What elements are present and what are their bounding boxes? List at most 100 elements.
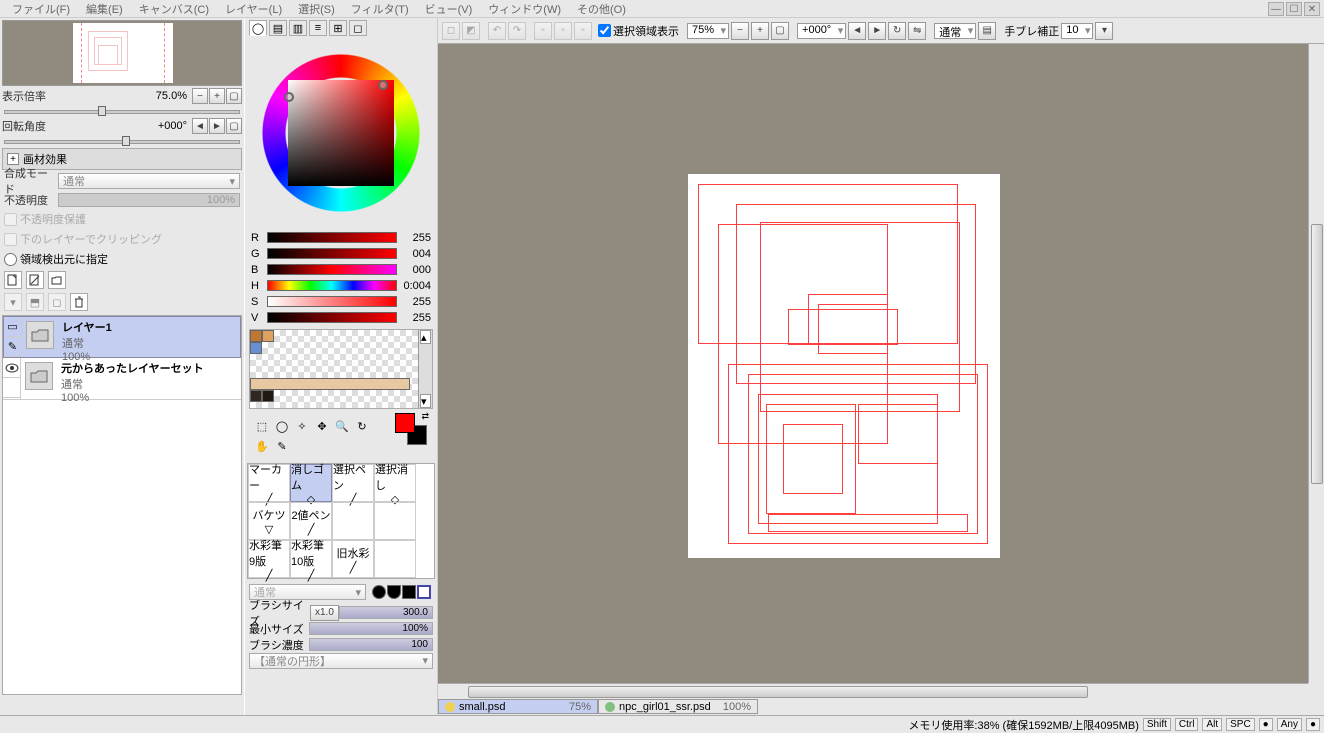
new-layer-button[interactable] xyxy=(4,271,22,289)
minimize-button[interactable]: — xyxy=(1268,2,1284,16)
tip-round[interactable] xyxy=(372,585,386,599)
size-mult-button[interactable]: x1.0 xyxy=(310,605,339,621)
lasso-tool[interactable]: ◯ xyxy=(273,417,291,435)
menu-layer[interactable]: レイヤー(L) xyxy=(217,0,290,19)
rotate-left-button[interactable]: ◄ xyxy=(848,22,866,40)
zoom-fit-button[interactable]: ▢ xyxy=(771,22,789,40)
blend-dropdown[interactable]: 通常 xyxy=(58,173,240,189)
visibility-icon[interactable]: ▭ xyxy=(4,317,21,337)
magic-wand-tool[interactable]: ✧ xyxy=(293,417,311,435)
rgb-tab[interactable]: ▤ xyxy=(269,20,287,36)
brush-select-eraser[interactable]: 選択消し◇ xyxy=(374,464,416,502)
swatch-scrollbar[interactable]: ▴▾ xyxy=(418,330,432,408)
menu-filter[interactable]: フィルタ(T) xyxy=(343,0,417,19)
preserve-opacity-checkbox[interactable]: 不透明度保護 xyxy=(4,211,240,227)
file-tab[interactable]: small.psd75% xyxy=(438,699,598,714)
navigator[interactable] xyxy=(2,20,242,86)
rotate-tool[interactable]: ↻ xyxy=(353,417,371,435)
menu-other[interactable]: その他(O) xyxy=(569,0,634,19)
mode-field[interactable]: 通常 xyxy=(934,23,976,39)
min-size-slider[interactable]: 100% xyxy=(309,622,433,635)
zoom-field[interactable]: 75% xyxy=(687,23,729,39)
zoom-reset-button[interactable]: ▢ xyxy=(226,88,242,104)
brush-watercolor-9[interactable]: 水彩筆 9版╱ xyxy=(248,540,290,578)
brush-mode-dropdown[interactable]: 通常 xyxy=(249,584,366,600)
zoom-in-button[interactable]: + xyxy=(751,22,769,40)
menu-window[interactable]: ウィンドウ(W) xyxy=(480,0,569,19)
vertical-scrollbar[interactable] xyxy=(1308,44,1324,683)
tip-square[interactable] xyxy=(402,585,416,599)
s-slider[interactable] xyxy=(267,296,397,307)
color-swap[interactable]: ⇄ xyxy=(395,413,427,445)
rotate-left-button[interactable]: ◄ xyxy=(192,118,208,134)
zoom-in-button[interactable]: + xyxy=(209,88,225,104)
brush-empty[interactable] xyxy=(374,540,416,578)
show-selection-checkbox[interactable] xyxy=(598,24,611,37)
colorwheel-tab[interactable]: ◯ xyxy=(249,20,267,36)
layer-list[interactable]: ▭✎ レイヤー1通常100% 元からあったレイヤーセット通常100% xyxy=(2,315,242,695)
opacity-slider[interactable]: 100% xyxy=(58,193,240,207)
visibility-icon[interactable] xyxy=(3,358,20,378)
zoom-out-button[interactable]: − xyxy=(192,88,208,104)
brush-binary[interactable]: 2値ペン╱ xyxy=(290,502,332,540)
close-button[interactable]: ✕ xyxy=(1304,2,1320,16)
gray-tab[interactable]: ≡ xyxy=(309,20,327,36)
rect-select-tool[interactable]: ⬚ xyxy=(253,417,271,435)
hand-tool[interactable]: ✋ xyxy=(253,437,271,455)
rotation-slider[interactable] xyxy=(4,136,240,146)
flip-button[interactable]: ⇋ xyxy=(908,22,926,40)
layer-item[interactable]: 元からあったレイヤーセット通常100% xyxy=(3,358,241,400)
density-slider[interactable]: 100 xyxy=(309,638,433,651)
r-slider[interactable] xyxy=(267,232,397,243)
file-tab[interactable]: npc_girl01_ssr.psd100% xyxy=(598,699,758,714)
brush-empty[interactable] xyxy=(332,502,374,540)
rotate-reset-button[interactable]: ↻ xyxy=(888,22,906,40)
brush-eraser[interactable]: 消しゴム◇ xyxy=(290,464,332,502)
color-wheel[interactable] xyxy=(248,40,434,226)
edit-icon[interactable]: ✎ xyxy=(4,337,21,357)
clip-checkbox[interactable]: 下のレイヤーでクリッピング xyxy=(4,231,162,247)
angle-field[interactable]: +000° xyxy=(797,23,846,39)
layer-item[interactable]: ▭✎ レイヤー1通常100% xyxy=(3,316,241,358)
shape-dropdown[interactable]: 【通常の円形】 xyxy=(249,653,433,669)
menu-select[interactable]: 選択(S) xyxy=(290,0,343,19)
canvas-viewport[interactable] xyxy=(438,44,1308,683)
stabilizer-opt-button[interactable]: ▾ xyxy=(1095,22,1113,40)
hsv-tab[interactable]: ▥ xyxy=(289,20,307,36)
menu-file[interactable]: ファイル(F) xyxy=(4,0,78,19)
menu-edit[interactable]: 編集(E) xyxy=(78,0,131,19)
brush-empty[interactable] xyxy=(374,502,416,540)
stabilizer-field[interactable]: 10 xyxy=(1061,23,1093,39)
foreground-color[interactable] xyxy=(395,413,415,433)
brush-bucket[interactable]: バケツ▽ xyxy=(248,502,290,540)
rotate-reset-button[interactable]: ▢ xyxy=(226,118,242,134)
new-linework-button[interactable] xyxy=(26,271,44,289)
move-tool[interactable]: ✥ xyxy=(313,417,331,435)
maximize-button[interactable]: ☐ xyxy=(1286,2,1302,16)
canvas[interactable] xyxy=(688,174,1000,558)
delete-layer-button[interactable] xyxy=(70,293,88,311)
brush-watercolor-10[interactable]: 水彩筆 10版╱ xyxy=(290,540,332,578)
menu-view[interactable]: ビュー(V) xyxy=(417,0,481,19)
v-slider[interactable] xyxy=(267,312,397,323)
zoom-slider[interactable] xyxy=(4,106,240,116)
rotate-right-button[interactable]: ► xyxy=(868,22,886,40)
zoom-tool[interactable]: 🔍 xyxy=(333,417,351,435)
new-folder-button[interactable] xyxy=(48,271,66,289)
brush-marker[interactable]: マーカー╱ xyxy=(248,464,290,502)
scratch-tab[interactable]: ◻ xyxy=(349,20,367,36)
swatches-tab[interactable]: ⊞ xyxy=(329,20,347,36)
tip-flat[interactable] xyxy=(387,585,401,599)
h-slider[interactable] xyxy=(267,280,397,291)
tip-outline[interactable] xyxy=(417,585,431,599)
menu-canvas[interactable]: キャンバス(C) xyxy=(131,0,217,19)
source-radio[interactable]: 領域検出元に指定 xyxy=(4,251,240,267)
g-slider[interactable] xyxy=(267,248,397,259)
zoom-out-button[interactable]: − xyxy=(731,22,749,40)
brush-old-watercolor[interactable]: 旧水彩╱ xyxy=(332,540,374,578)
rotate-right-button[interactable]: ► xyxy=(209,118,225,134)
eyedropper-tool[interactable]: ✎ xyxy=(273,437,291,455)
mode-button[interactable]: ▤ xyxy=(978,22,996,40)
horizontal-scrollbar[interactable] xyxy=(438,683,1308,699)
swatch-palette[interactable]: ▴▾ xyxy=(249,329,433,409)
